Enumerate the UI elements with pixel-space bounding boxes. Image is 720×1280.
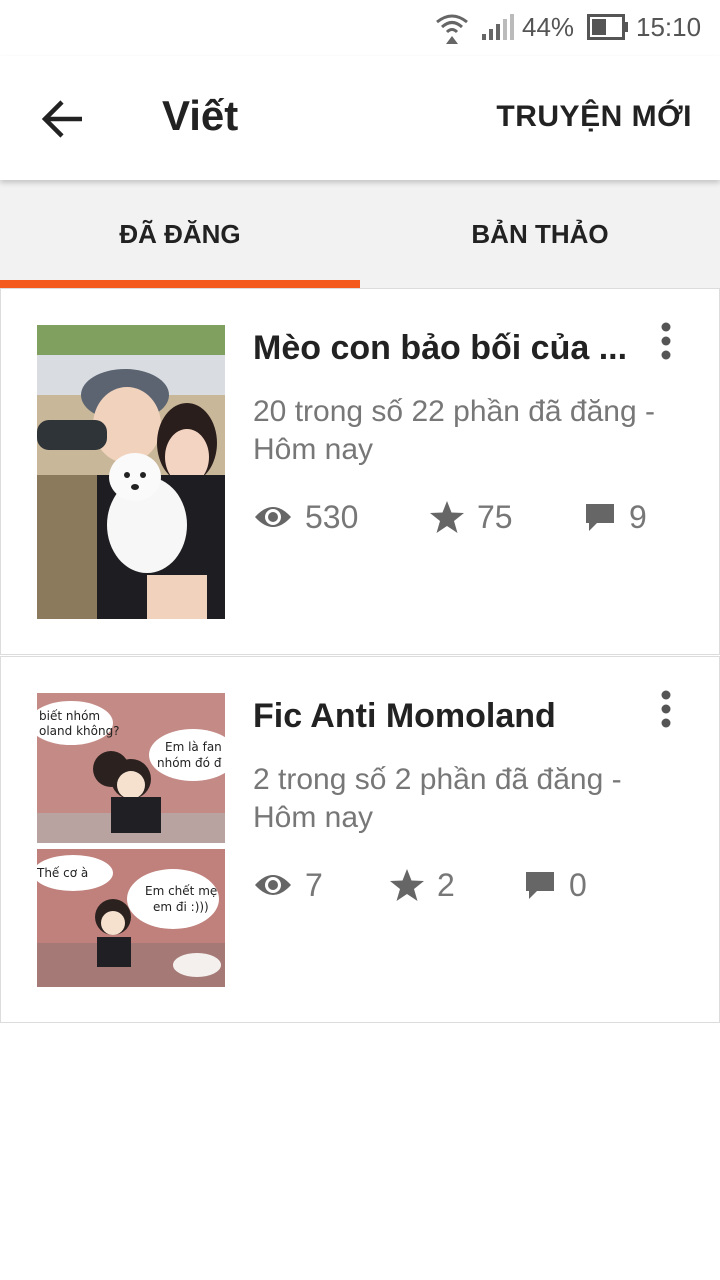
cover-text-6: Em chết mẹ [145, 884, 217, 898]
cover-text-7: em đi :))) [153, 900, 209, 914]
story-card[interactable]: biết nhóm oland không? Em là fan nhóm đó… [0, 656, 720, 1023]
story-title[interactable]: Mèo con bảo bối của ... [253, 329, 633, 368]
cover-text-2: oland không? [39, 724, 120, 738]
votes-count: 2 [437, 866, 455, 903]
cover-text-4: nhóm đó đ [157, 756, 222, 770]
views-count: 530 [305, 498, 359, 535]
cover-text-5: Thế cơ à [37, 866, 88, 880]
comments-count: 9 [629, 498, 647, 535]
battery-percent: 44% [522, 12, 575, 42]
active-tab-indicator [0, 280, 360, 288]
new-story-button[interactable]: TRUYỆN MỚI [496, 100, 692, 134]
battery-icon [587, 14, 628, 40]
more-vertical-icon[interactable] [651, 689, 681, 733]
comments-stat: 0 [523, 863, 587, 907]
star-icon [390, 869, 424, 901]
arrow-left-icon[interactable] [34, 94, 90, 144]
votes-stat: 2 [389, 863, 455, 907]
parts-count: 20 trong số 22 phần đã đăng - [253, 395, 655, 428]
tab-published[interactable]: ĐÃ ĐĂNG [0, 180, 360, 288]
story-title[interactable]: Fic Anti Momoland [253, 697, 633, 736]
comment-icon [526, 872, 554, 899]
views-stat: 7 [253, 863, 323, 907]
story-cover-image[interactable] [37, 325, 225, 619]
tab-bar: ĐÃ ĐĂNG BẢN THẢO [0, 180, 720, 288]
more-vertical-icon[interactable] [651, 321, 681, 365]
signal-icon [482, 14, 514, 40]
updated-time: Hôm nay [253, 801, 374, 834]
story-parts-info: 20 trong số 22 phần đã đăng - Hôm nay [253, 393, 703, 469]
story-parts-info: 2 trong số 2 phần đã đăng - Hôm nay [253, 761, 703, 837]
views-count: 7 [305, 866, 323, 903]
views-stat: 530 [253, 495, 358, 539]
page-title: Viết [162, 92, 239, 139]
comments-stat: 9 [583, 495, 647, 539]
comment-icon [586, 504, 614, 531]
tab-drafts[interactable]: BẢN THẢO [360, 180, 720, 288]
story-cover-image[interactable]: biết nhóm oland không? Em là fan nhóm đó… [37, 693, 225, 987]
updated-time: Hôm nay [253, 433, 374, 466]
cover-text-3: Em là fan [165, 740, 222, 754]
story-card[interactable]: Mèo con bảo bối của ... 20 trong số 22 p… [0, 288, 720, 655]
cover-text-1: biết nhóm [39, 709, 100, 723]
eye-icon [255, 507, 291, 527]
eye-icon [255, 875, 291, 895]
parts-count: 2 trong số 2 phần đã đăng - [253, 763, 622, 796]
star-icon [430, 501, 464, 533]
clock: 15:10 [636, 12, 702, 42]
comments-count: 0 [569, 866, 587, 903]
votes-count: 75 [477, 498, 513, 535]
votes-stat: 75 [429, 495, 513, 539]
app-bar: Viết TRUYỆN MỚI [0, 56, 720, 180]
status-bar: 44% 15:10 [0, 0, 720, 56]
wifi-icon [436, 14, 468, 44]
